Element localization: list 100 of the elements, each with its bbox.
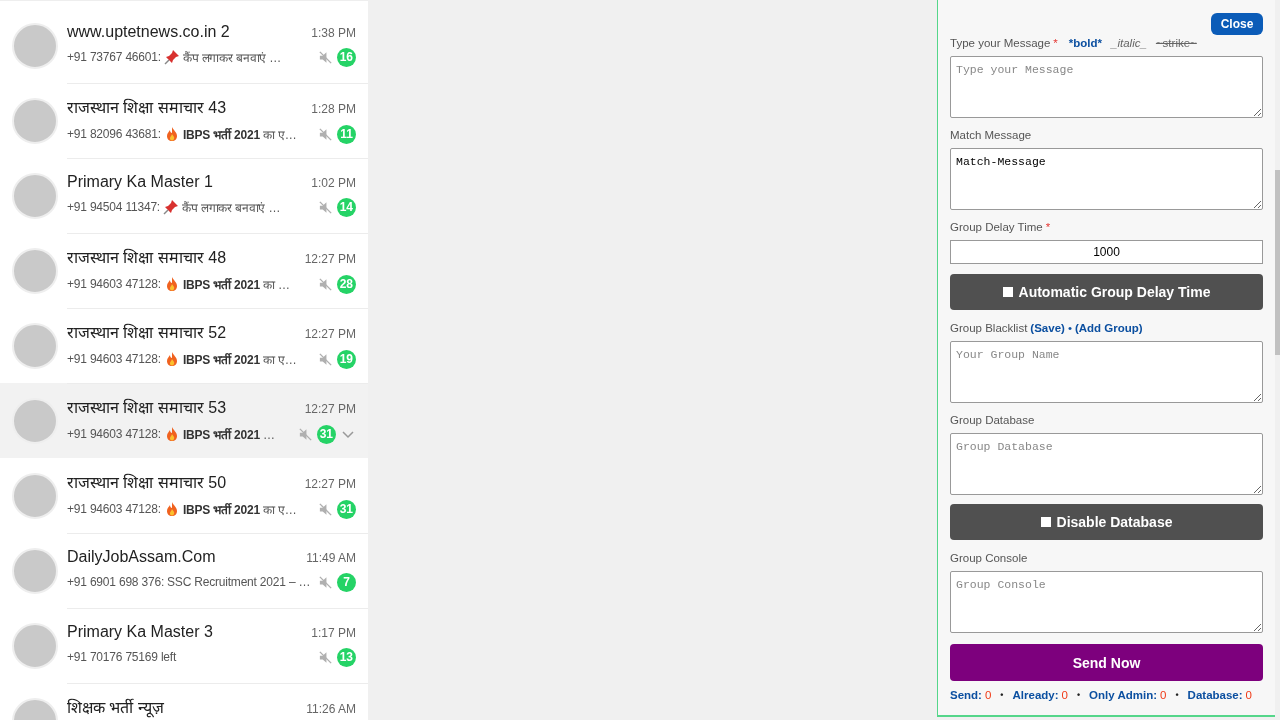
chat-time: 12:27 PM	[304, 252, 356, 266]
avatar-image	[12, 97, 58, 144]
chat-item[interactable]: शिक्षक भर्ती न्यूज़ 11:26 AM	[0, 683, 368, 720]
message-field[interactable]: Type your Message	[950, 56, 1263, 118]
pushpin-icon	[163, 199, 179, 215]
message-preview: IBPS भर्ती 2021 का ए…	[182, 126, 297, 143]
delay-field[interactable]: 1000	[950, 240, 1263, 264]
message-preview: IBPS भर्ती 2021 …	[182, 426, 275, 443]
chat-item[interactable]: राजस्थान शिक्षा समाचार 48 12:27 PM +91 94603 47128: IBPS भर्ती 2021 का … 28	[0, 233, 368, 308]
chat-name: Primary Ka Master 3	[67, 623, 213, 641]
pushpin-icon	[163, 49, 180, 65]
avatar-image	[12, 547, 58, 594]
stat-label: Already:	[1012, 689, 1059, 701]
message-sender: +91 94603 47128:	[67, 427, 161, 441]
stat-label: Only Admin:	[1089, 689, 1158, 701]
chat-item[interactable]: DailyJobAssam.Com 11:49 AM +91 6901 698 376: SSC Recruitment 2021 – … 7	[0, 533, 368, 608]
message-preview: कैंप लगाकर बनवाएं …	[182, 199, 281, 216]
message-sender: +91 82096 43681:	[67, 127, 161, 141]
message-preview: IBPS भर्ती 2021 का ए…	[182, 351, 297, 368]
checkbox[interactable]	[1040, 517, 1051, 527]
message-sender: +91 70176 75169 left	[67, 650, 177, 664]
message-sender: +91 6901 698 376:	[67, 575, 165, 589]
chat-item[interactable]: राजस्थान शिक्षा समाचार 52 12:27 PM +91 94603 47128: IBPS भर्ती 2021 का ए… 19	[0, 308, 368, 383]
format-hint: *bold*	[1068, 37, 1103, 49]
stat-value: 0	[1245, 689, 1252, 701]
avatar-image	[12, 172, 58, 219]
chat-name: राजस्थान शिक्षा समाचार 43	[67, 97, 227, 118]
required-mark: *	[1045, 221, 1051, 233]
stat-label: Send:	[950, 689, 982, 701]
auto-delay-toggle[interactable]: Automatic Group Delay Time	[950, 274, 1263, 310]
save-link[interactable]: (Save)	[1030, 322, 1065, 334]
required-mark: *	[1053, 37, 1058, 49]
send-now-button[interactable]: Send Now	[950, 644, 1263, 681]
separator-dot: •	[1067, 322, 1072, 334]
field-label: Group Blacklist	[950, 322, 1028, 334]
message-sender: +91 94603 47128:	[67, 502, 161, 516]
chat-time: 1:28 PM	[311, 102, 356, 116]
scrollbar-thumb[interactable]	[1275, 170, 1280, 355]
unread-count: 14	[336, 197, 356, 217]
chat-name: राजस्थान शिक्षा समाचार 48	[67, 247, 227, 268]
message-sender: +91 73767 46601:	[67, 50, 161, 64]
chat-time: 12:27 PM	[304, 327, 356, 341]
separator-dot: •	[1076, 690, 1081, 700]
field-label: Group Delay Time	[950, 221, 1043, 233]
avatar-image	[12, 472, 58, 519]
avatar-image	[12, 247, 58, 294]
field-label: Type your Message	[950, 37, 1051, 49]
close-button[interactable]: Close	[1211, 13, 1263, 35]
unread-count: 19	[336, 349, 356, 369]
message-sender: +91 94603 47128:	[67, 352, 161, 366]
group-name-field[interactable]: Your Group Name	[950, 341, 1263, 403]
field-label: Group Database	[950, 414, 1035, 426]
stat-value: 0	[984, 689, 992, 701]
stat-value: 0	[1160, 689, 1167, 701]
message-preview: कैंप लगाकर बनवाएं …	[182, 49, 282, 66]
chat-name: शिक्षक भर्ती न्यूज़	[67, 697, 164, 718]
separator-dot: •	[1000, 690, 1004, 700]
chat-time: 1:38 PM	[311, 26, 356, 40]
chat-name: राजस्थान शिक्षा समाचार 53	[67, 397, 227, 418]
checkbox[interactable]	[1002, 287, 1013, 297]
unread-count: 31	[316, 424, 336, 444]
chat-item[interactable]: राजस्थान शिक्षा समाचार 53 12:27 PM +91 94603 47128: IBPS भर्ती 2021 … 31	[0, 383, 368, 458]
chat-name: www.uptetnews.co.in 2	[67, 23, 230, 41]
chat-name: Primary Ka Master 1	[67, 173, 213, 191]
chat-item[interactable]: राजस्थान शिक्षा समाचार 50 12:27 PM +91 94603 47128: IBPS भर्ती 2021 का ए… 31	[0, 458, 368, 533]
unread-count: 28	[336, 274, 356, 294]
chat-time: 12:27 PM	[304, 477, 356, 491]
stat-value: 0	[1061, 689, 1068, 701]
format-hint: _italic_	[1111, 37, 1147, 49]
chat-name: DailyJobAssam.Com	[67, 548, 216, 566]
match-message-field[interactable]: Match-Message	[950, 148, 1263, 210]
chat-time: 1:17 PM	[311, 626, 356, 640]
chat-item[interactable]: Primary Ka Master 1 1:02 PM +91 94504 11347: कैंप लगाकर बनवाएं … 14	[0, 158, 368, 233]
message-preview: IBPS भर्ती 2021 का ए…	[182, 501, 297, 518]
chat-item[interactable]: Primary Ka Master 3 1:17 PM +91 70176 75169 left 13	[0, 608, 368, 683]
message-sender: +91 94504 11347:	[67, 200, 160, 214]
chat-time: 11:49 AM	[306, 551, 356, 565]
message-preview: SSC Recruitment 2021 – …	[167, 575, 311, 589]
unread-count: 11	[337, 124, 356, 144]
unread-count: 31	[336, 499, 356, 519]
field-label: Match Message	[950, 129, 1032, 141]
chat-name: राजस्थान शिक्षा समाचार 50	[67, 472, 227, 493]
chat-item[interactable]: राजस्थान शिक्षा समाचार 43 1:28 PM +91 82096 43681: IBPS भर्ती 2021 का ए… 11	[0, 83, 368, 158]
chat-time: 12:27 PM	[304, 402, 356, 416]
message-sender: +91 94603 47128:	[67, 277, 161, 291]
chat-item[interactable]: www.uptetnews.co.in 2 1:38 PM +91 73767 46601: कैंप लगाकर बनवाएं … 16	[0, 8, 368, 83]
format-hint: ~strike~	[1155, 37, 1197, 49]
avatar-image	[12, 322, 58, 369]
unread-count: 7	[337, 572, 356, 592]
chat-name: राजस्थान शिक्षा समाचार 52	[67, 322, 227, 343]
console-field[interactable]: Group Console	[950, 571, 1263, 633]
avatar-image	[12, 22, 58, 69]
separator-dot: •	[1175, 690, 1179, 700]
chat-time: 1:02 PM	[311, 176, 356, 190]
stat-label: Database:	[1187, 689, 1243, 701]
database-field[interactable]: Group Database	[950, 433, 1263, 495]
unread-count: 16	[336, 47, 356, 67]
avatar-image	[12, 622, 58, 669]
disable-database-toggle[interactable]: Disable Database	[950, 504, 1263, 540]
add-group-link[interactable]: (Add Group)	[1074, 322, 1143, 334]
